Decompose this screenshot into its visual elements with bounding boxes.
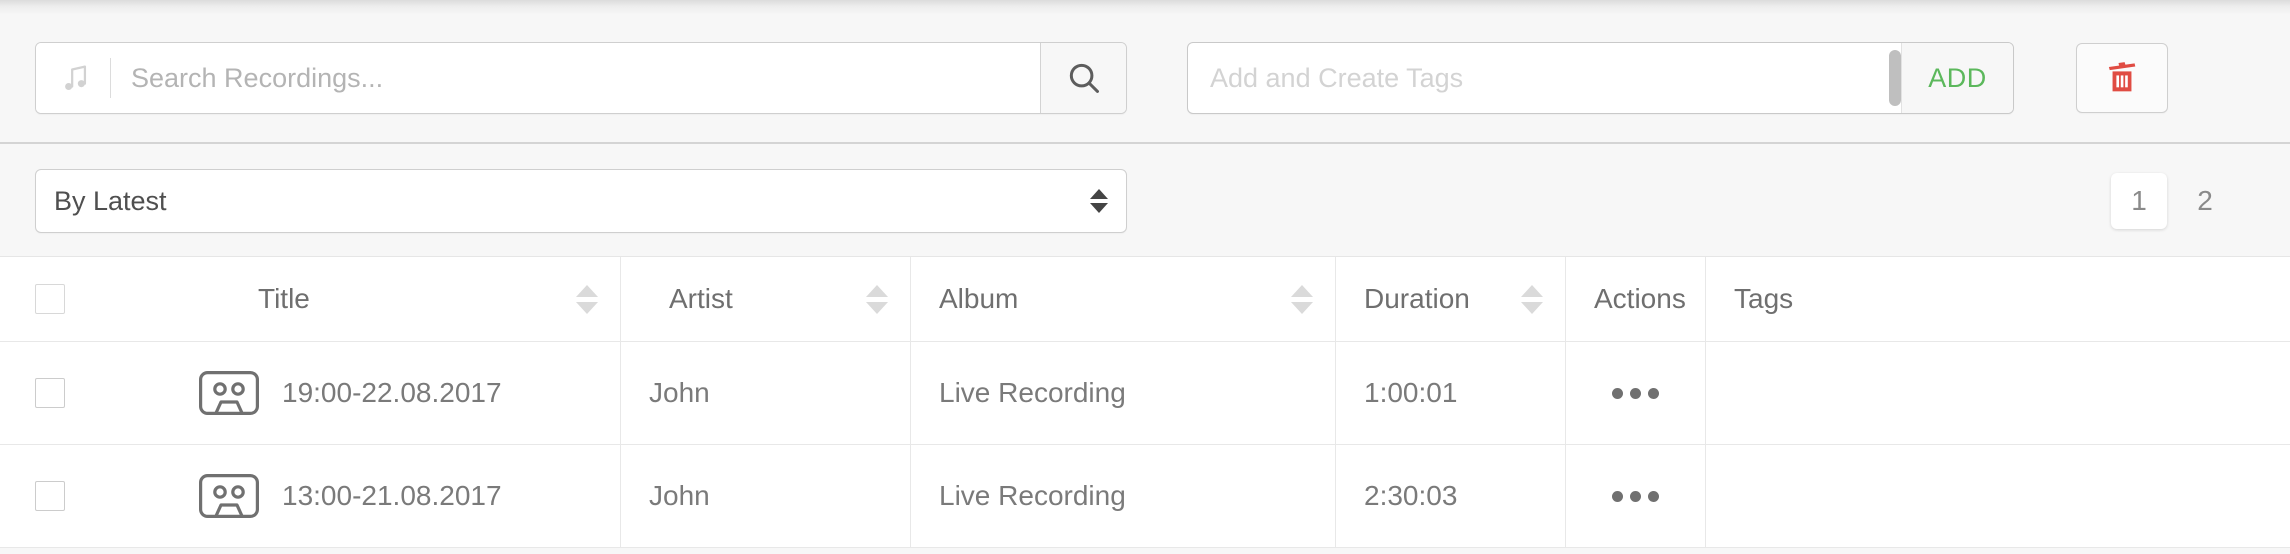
dot (1630, 490, 1641, 502)
triangle-up-icon (1090, 189, 1108, 199)
updown-arrows-icon (1090, 189, 1108, 213)
sort-title-icon[interactable] (576, 284, 598, 314)
tags-input[interactable] (1188, 43, 1889, 113)
column-header-tags-label: Tags (1734, 283, 1794, 314)
column-header-title[interactable]: Title (100, 257, 620, 341)
search-icon (1065, 59, 1103, 97)
pagination-page-1[interactable]: 1 (2111, 173, 2167, 229)
delete-button[interactable] (2076, 43, 2168, 113)
recordings-table: Title Artist Album Duration Actions Tags… (0, 256, 2290, 548)
tags-scrollbar-thumb[interactable] (1889, 50, 1901, 106)
search-field (36, 43, 1040, 113)
cassette-icon (198, 370, 260, 416)
row-album-cell: Live Recording (910, 445, 1335, 547)
row-artist-cell: John (620, 342, 910, 444)
table-header-row: Title Artist Album Duration Actions Tags (0, 257, 2290, 342)
sort-artist-icon[interactable] (866, 284, 888, 314)
column-header-album-label: Album (939, 283, 1019, 314)
row-tags-cell (1705, 445, 2290, 547)
row-actions-cell (1565, 445, 1705, 547)
column-header-actions: Actions (1565, 257, 1705, 341)
ellipsis-icon[interactable] (1602, 376, 1669, 411)
header-checkbox-cell (0, 257, 100, 341)
dot (1630, 387, 1641, 399)
row-tags-cell (1705, 342, 2290, 444)
row-artist: John (649, 377, 710, 408)
column-header-artist-label: Artist (669, 283, 733, 314)
sort-ascending-icon (576, 284, 598, 297)
row-duration-cell: 1:00:01 (1335, 342, 1565, 444)
row-actions-cell (1565, 342, 1705, 444)
column-header-actions-label: Actions (1594, 283, 1686, 314)
top-gradient-strip (0, 0, 2290, 14)
sort-duration-icon[interactable] (1521, 284, 1543, 314)
select-all-checkbox[interactable] (35, 284, 65, 314)
column-header-album[interactable]: Album (910, 257, 1335, 341)
sort-ascending-icon (866, 284, 888, 297)
search-divider (110, 58, 111, 98)
column-header-duration-label: Duration (1364, 283, 1470, 314)
sort-ascending-icon (1521, 284, 1543, 297)
ellipsis-icon[interactable] (1602, 479, 1669, 514)
trash-icon (2101, 56, 2143, 101)
triangle-down-icon (1090, 203, 1108, 213)
recordings-page: ADD By Latest 1 (0, 0, 2290, 554)
row-album: Live Recording (939, 480, 1126, 511)
sort-ascending-icon (1291, 284, 1313, 297)
row-title-cell: 13:00-21.08.2017 (100, 445, 620, 547)
sort-and-pagination-bar: By Latest 1 2 (0, 146, 2290, 256)
tags-group: ADD (1187, 42, 2014, 114)
column-header-duration[interactable]: Duration (1335, 257, 1565, 341)
column-header-title-label: Title (258, 283, 310, 314)
row-artist: John (649, 480, 710, 511)
add-tag-button[interactable]: ADD (1901, 43, 2013, 113)
sort-select[interactable]: By Latest (35, 169, 1127, 233)
table-body: 19:00-22.08.2017 John Live Recording 1:0… (0, 342, 2290, 548)
dot (1648, 490, 1659, 502)
sort-descending-icon (1521, 301, 1543, 314)
cassette-icon (198, 473, 260, 519)
table-row[interactable]: 19:00-22.08.2017 John Live Recording 1:0… (0, 342, 2290, 445)
dot (1612, 490, 1623, 502)
column-header-tags: Tags (1705, 257, 2290, 341)
row-title-cell: 19:00-22.08.2017 (100, 342, 620, 444)
column-header-artist[interactable]: Artist (620, 257, 910, 341)
pagination-page-2[interactable]: 2 (2177, 173, 2233, 229)
sort-descending-icon (576, 301, 598, 314)
row-duration-cell: 2:30:03 (1335, 445, 1565, 547)
row-checkbox-cell (0, 342, 100, 444)
row-select-checkbox[interactable] (35, 378, 65, 408)
table-header: Title Artist Album Duration Actions Tags (0, 257, 2290, 342)
search-input[interactable] (131, 43, 1040, 113)
sort-album-icon[interactable] (1291, 284, 1313, 314)
row-album: Live Recording (939, 377, 1126, 408)
row-duration: 2:30:03 (1364, 480, 1458, 511)
dot (1648, 387, 1659, 399)
sort-descending-icon (866, 301, 888, 314)
toolbar: ADD (0, 14, 2290, 144)
sort-select-value: By Latest (54, 185, 167, 216)
search-button[interactable] (1040, 43, 1126, 113)
row-duration: 1:00:01 (1364, 377, 1458, 408)
row-select-checkbox[interactable] (35, 481, 65, 511)
dot (1612, 387, 1623, 399)
table-row[interactable]: 13:00-21.08.2017 John Live Recording 2:3… (0, 445, 2290, 548)
row-title: 13:00-21.08.2017 (282, 480, 502, 511)
pagination: 1 2 (2111, 173, 2233, 229)
sort-descending-icon (1291, 301, 1313, 314)
search-group (35, 42, 1127, 114)
row-artist-cell: John (620, 445, 910, 547)
row-album-cell: Live Recording (910, 342, 1335, 444)
music-note-icon (58, 61, 92, 95)
row-title: 19:00-22.08.2017 (282, 377, 502, 408)
row-checkbox-cell (0, 445, 100, 547)
